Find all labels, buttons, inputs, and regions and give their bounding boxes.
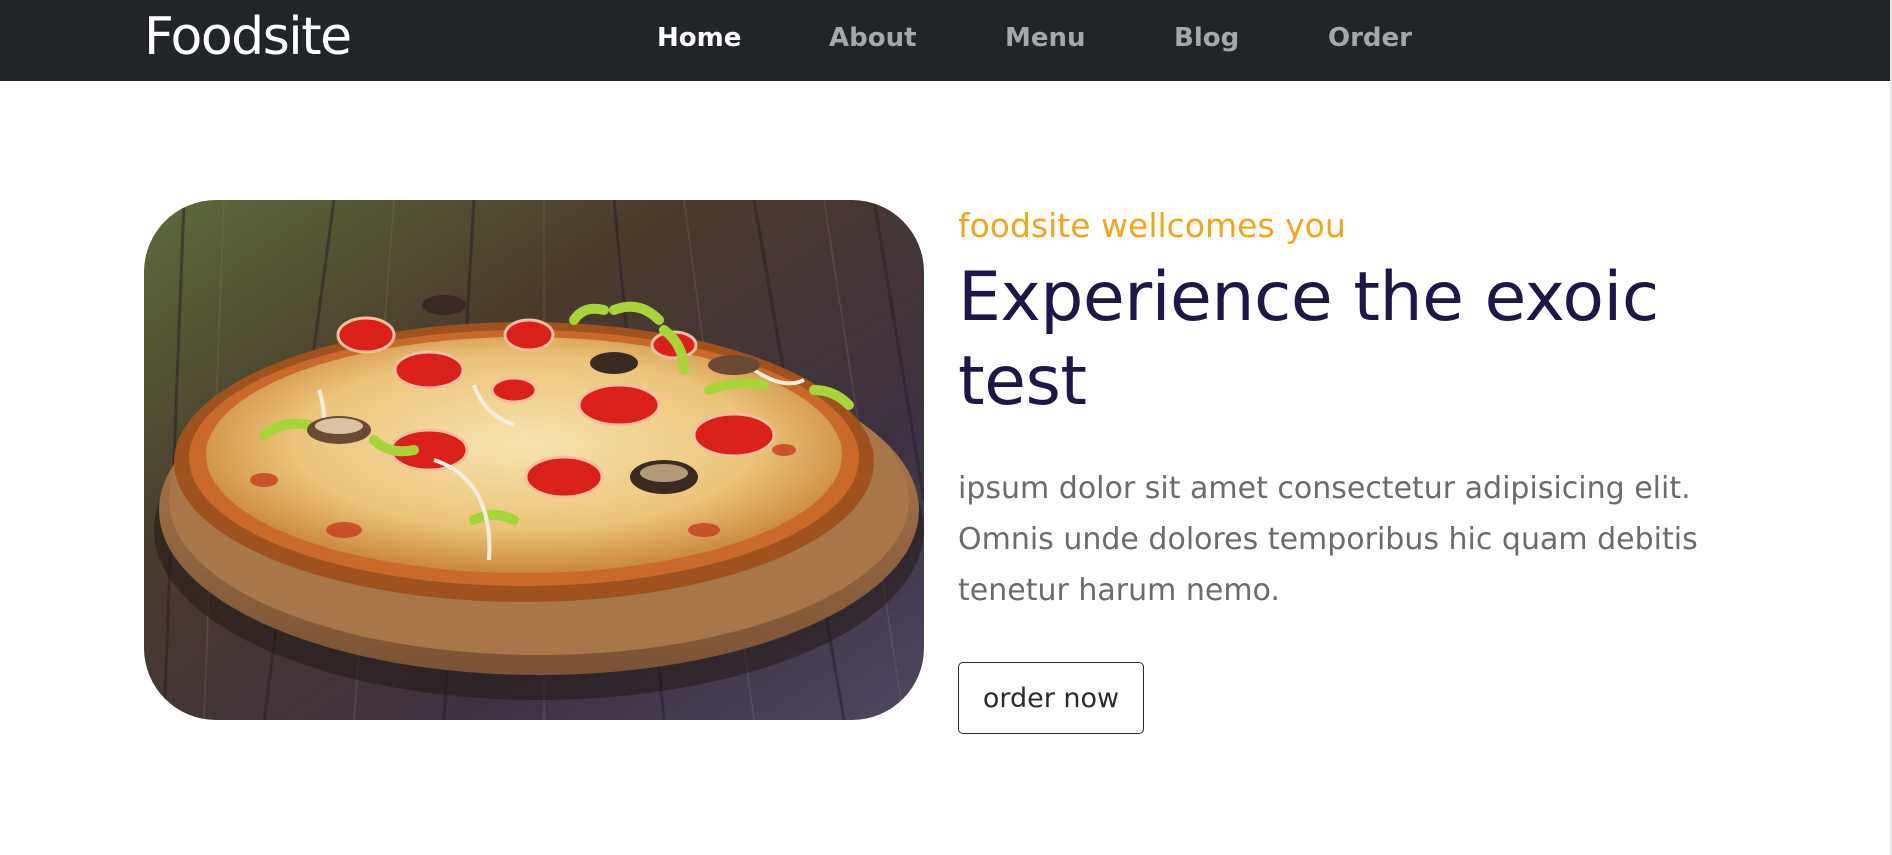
order-now-button[interactable]: order now: [958, 662, 1144, 734]
top-navbar: Foodsite Home About Menu Blog Order: [0, 0, 1890, 81]
nav-link-home[interactable]: Home: [657, 20, 741, 56]
nav-link-order[interactable]: Order: [1328, 20, 1412, 56]
nav-link-blog[interactable]: Blog: [1174, 20, 1239, 56]
nav-link-menu[interactable]: Menu: [1005, 20, 1086, 56]
hero-headline: Experience the exoic test: [958, 258, 1659, 421]
nav-link-about[interactable]: About: [829, 20, 917, 56]
hero-pizza-image: [144, 200, 924, 720]
hero-description: ipsum dolor sit amet consectetur adipisi…: [958, 471, 1698, 608]
hero-tagline: foodsite wellcomes you: [958, 206, 1346, 245]
pizza-illustration: [144, 200, 924, 720]
brand-logo[interactable]: Foodsite: [144, 4, 352, 70]
